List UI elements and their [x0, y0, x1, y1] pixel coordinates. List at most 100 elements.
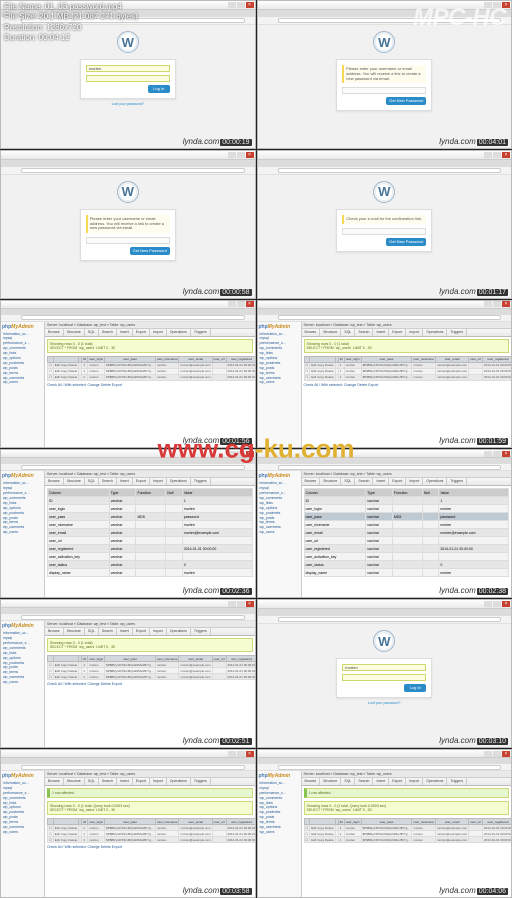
tab-export[interactable]: Export [133, 478, 150, 485]
edit-row[interactable]: user_loginvarcharmorten [304, 505, 509, 513]
edit-row[interactable]: user_loginvarcharmorten [48, 505, 253, 513]
tab-search[interactable]: Search [99, 628, 117, 635]
tab-browse[interactable]: Browse [302, 329, 321, 336]
tab-import[interactable]: Import [150, 628, 167, 635]
tab-structure[interactable]: Structure [320, 478, 341, 485]
user-email-input[interactable] [342, 228, 426, 235]
tab-search[interactable]: Search [355, 329, 373, 336]
minimize-icon[interactable] [228, 2, 236, 8]
url-input[interactable] [21, 168, 245, 173]
tab-import[interactable]: Import [150, 778, 167, 785]
tab-search[interactable]: Search [355, 778, 373, 785]
close-icon[interactable]: × [246, 152, 254, 158]
tab-structure[interactable]: Structure [64, 628, 85, 635]
edit-row[interactable]: user_passvarcharMD5password [304, 513, 509, 521]
user-email-input[interactable] [342, 87, 426, 94]
table-row[interactable]: ☐Edit Copy Delete1morten$P$BRy/cRX9mMQH2… [48, 374, 255, 380]
tab-operations[interactable]: Operations [167, 478, 191, 485]
tab-browse[interactable]: Browse [302, 778, 321, 785]
thumb-7[interactable]: × phpMyAdmininformation_sc…mysqlperforma… [0, 449, 256, 598]
edit-row[interactable]: IDvarchar1 [304, 497, 509, 505]
table-row[interactable]: ☐Edit Copy Delete1morten$P$BRy/cRX9mMQH2… [304, 374, 511, 380]
tab-export[interactable]: Export [133, 628, 150, 635]
tab-search[interactable]: Search [99, 778, 117, 785]
minimize-icon[interactable] [228, 751, 236, 757]
url-input[interactable] [278, 765, 502, 770]
edit-row[interactable]: user_urlvarchar [48, 537, 253, 545]
data-table[interactable]: IDuser_loginuser_passuser_nicenameuser_e… [47, 356, 255, 381]
tab-search[interactable]: Search [99, 329, 117, 336]
close-icon[interactable]: × [502, 451, 510, 457]
edit-row[interactable]: user_emailvarcharmorten@example.com [304, 529, 509, 537]
password-input[interactable] [86, 75, 170, 82]
url-input[interactable] [21, 465, 245, 470]
maximize-icon[interactable] [237, 601, 245, 607]
edit-row[interactable]: user_registeredvarchar2014-01-01 00:00:0… [48, 545, 253, 553]
table-row[interactable]: ☐Edit Copy Delete1morten$P$BRy/cRX9mMQH2… [48, 674, 255, 680]
table-row[interactable]: ☐Edit Copy Delete1morten$P$BRy/cRX9mMQH2… [304, 837, 511, 843]
tree-item[interactable]: wp_users [2, 830, 43, 835]
tab-search[interactable]: Search [99, 478, 117, 485]
edit-row[interactable]: user_statusvarchar0 [304, 561, 509, 569]
tab-insert[interactable]: Insert [373, 478, 389, 485]
edit-row-form[interactable]: ColumnTypeFunctionNullValueIDvarchar1use… [47, 488, 253, 577]
thumb-9[interactable]: × phpMyAdmininformation_sc…mysqlperforma… [0, 599, 256, 748]
tab-insert[interactable]: Insert [373, 778, 389, 785]
tree-item[interactable]: wp_users [2, 530, 43, 535]
edit-row[interactable]: user_activation_keyvarchar [48, 553, 253, 561]
maximize-icon[interactable] [237, 451, 245, 457]
edit-row[interactable]: user_statusvarchar0 [48, 561, 253, 569]
thumb-8[interactable]: × phpMyAdmininformation_sc…mysqlperforma… [257, 449, 512, 598]
close-icon[interactable]: × [246, 601, 254, 607]
tab-sql[interactable]: SQL [85, 778, 99, 785]
close-icon[interactable]: × [502, 152, 510, 158]
tab-sql[interactable]: SQL [341, 329, 355, 336]
tab-operations[interactable]: Operations [167, 778, 191, 785]
tree-item[interactable]: wp_users [2, 680, 43, 685]
close-icon[interactable]: × [246, 2, 254, 8]
tree-item[interactable]: wp_users [259, 530, 300, 535]
edit-row[interactable]: IDvarchar1 [48, 497, 253, 505]
url-input[interactable] [278, 465, 502, 470]
tab-triggers[interactable]: Triggers [447, 778, 467, 785]
tab-triggers[interactable]: Triggers [447, 478, 467, 485]
tab-import[interactable]: Import [406, 478, 423, 485]
minimize-icon[interactable] [228, 601, 236, 607]
close-icon[interactable]: × [246, 451, 254, 457]
minimize-icon[interactable] [484, 301, 492, 307]
tab-operations[interactable]: Operations [423, 329, 447, 336]
thumb-10[interactable]: × W morten Log In Lost your password? ly… [257, 599, 512, 748]
thumb-5[interactable]: × phpMyAdmin information_sc…mysqlperform… [0, 300, 256, 449]
tab-structure[interactable]: Structure [64, 478, 85, 485]
tab-sql[interactable]: SQL [85, 478, 99, 485]
close-icon[interactable]: × [502, 301, 510, 307]
minimize-icon[interactable] [228, 301, 236, 307]
maximize-icon[interactable] [237, 751, 245, 757]
url-input[interactable] [278, 315, 502, 320]
tab-export[interactable]: Export [389, 329, 406, 336]
tab-triggers[interactable]: Triggers [191, 478, 211, 485]
tab-export[interactable]: Export [133, 778, 150, 785]
tab-structure[interactable]: Structure [320, 329, 341, 336]
lost-password-link[interactable]: Lost your password? [368, 701, 400, 705]
tab-import[interactable]: Import [150, 329, 167, 336]
url-input[interactable] [21, 615, 245, 620]
maximize-icon[interactable] [493, 451, 501, 457]
tab-export[interactable]: Export [389, 478, 406, 485]
tab-sql[interactable]: SQL [85, 329, 99, 336]
tree-item[interactable]: wp_users [259, 380, 300, 385]
maximize-icon[interactable] [493, 601, 501, 607]
tab-operations[interactable]: Operations [423, 478, 447, 485]
edit-row[interactable]: user_passvarcharMD5password [48, 513, 253, 521]
login-button[interactable]: Log In [404, 684, 426, 692]
bulk-actions[interactable]: Check All / With selected: Change Delete… [47, 381, 253, 389]
edit-row[interactable]: user_emailvarcharmorten@example.com [48, 529, 253, 537]
tab-insert[interactable]: Insert [373, 329, 389, 336]
tab-triggers[interactable]: Triggers [447, 329, 467, 336]
edit-row[interactable]: user_nicenamevarcharmorten [48, 521, 253, 529]
url-input[interactable] [21, 315, 245, 320]
login-button[interactable]: Log In [148, 85, 170, 93]
close-icon[interactable]: × [246, 751, 254, 757]
tree-item[interactable]: wp_users [259, 830, 300, 835]
minimize-icon[interactable] [484, 751, 492, 757]
